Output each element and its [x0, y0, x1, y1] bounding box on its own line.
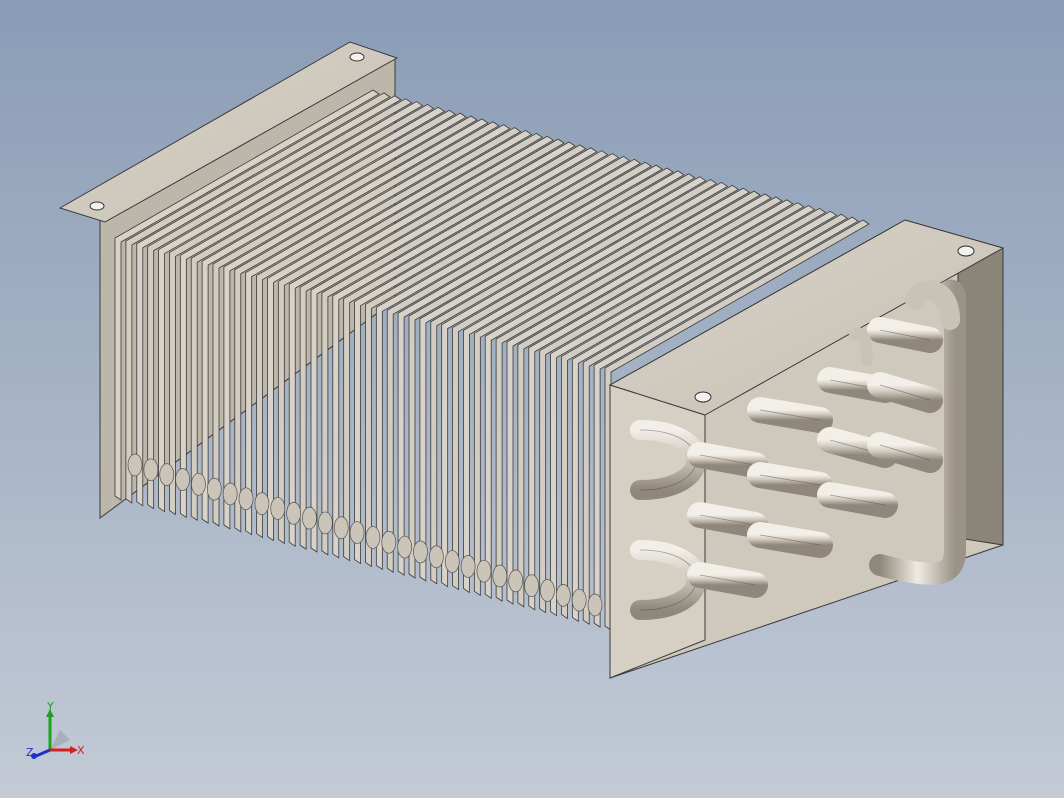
tube-segment [286, 501, 301, 525]
z-axis-icon [35, 748, 51, 758]
axis-triad: Y X Z [26, 700, 85, 759]
tube-segment [349, 521, 365, 544]
tube-segment [317, 511, 333, 535]
tube-segment [127, 453, 143, 477]
tube-segment [143, 458, 159, 482]
tube-segment [191, 472, 206, 496]
tube-segment [397, 535, 413, 559]
tube-segment [587, 593, 603, 617]
z-axis-label: Z [26, 746, 34, 759]
tube-segment [381, 530, 397, 554]
tube-segment [159, 463, 175, 487]
tube-segment [238, 487, 254, 511]
tube-segment [222, 482, 238, 506]
right-flange-hole-2 [957, 245, 975, 257]
tube-segment [444, 550, 460, 573]
tube-segment [460, 555, 476, 578]
tube-segment [429, 545, 444, 569]
3d-viewport[interactable]: Y X Z [0, 0, 1064, 798]
tube-segment [270, 497, 286, 520]
tube-segment [206, 477, 222, 501]
tube-segment [540, 579, 555, 602]
tube-segment [524, 574, 539, 598]
tube-segment [571, 588, 587, 612]
x-axis-label: X [77, 744, 85, 757]
tube-segment [254, 492, 270, 515]
tube-segment [365, 526, 381, 549]
tube-segment [508, 569, 524, 593]
tube-segment [492, 564, 508, 588]
tube-segment [413, 540, 428, 564]
tube-segment [302, 506, 317, 530]
left-flange-hole-2 [349, 52, 365, 62]
tube-segment [333, 516, 349, 540]
right-flange-hole-1 [694, 391, 712, 403]
tube-segment [175, 468, 190, 491]
tube-segment [555, 583, 571, 607]
y-axis-label: Y [46, 700, 54, 713]
tube-segment [476, 559, 492, 583]
left-flange-hole-1 [89, 201, 105, 211]
heat-exchanger-model[interactable] [0, 0, 1064, 798]
